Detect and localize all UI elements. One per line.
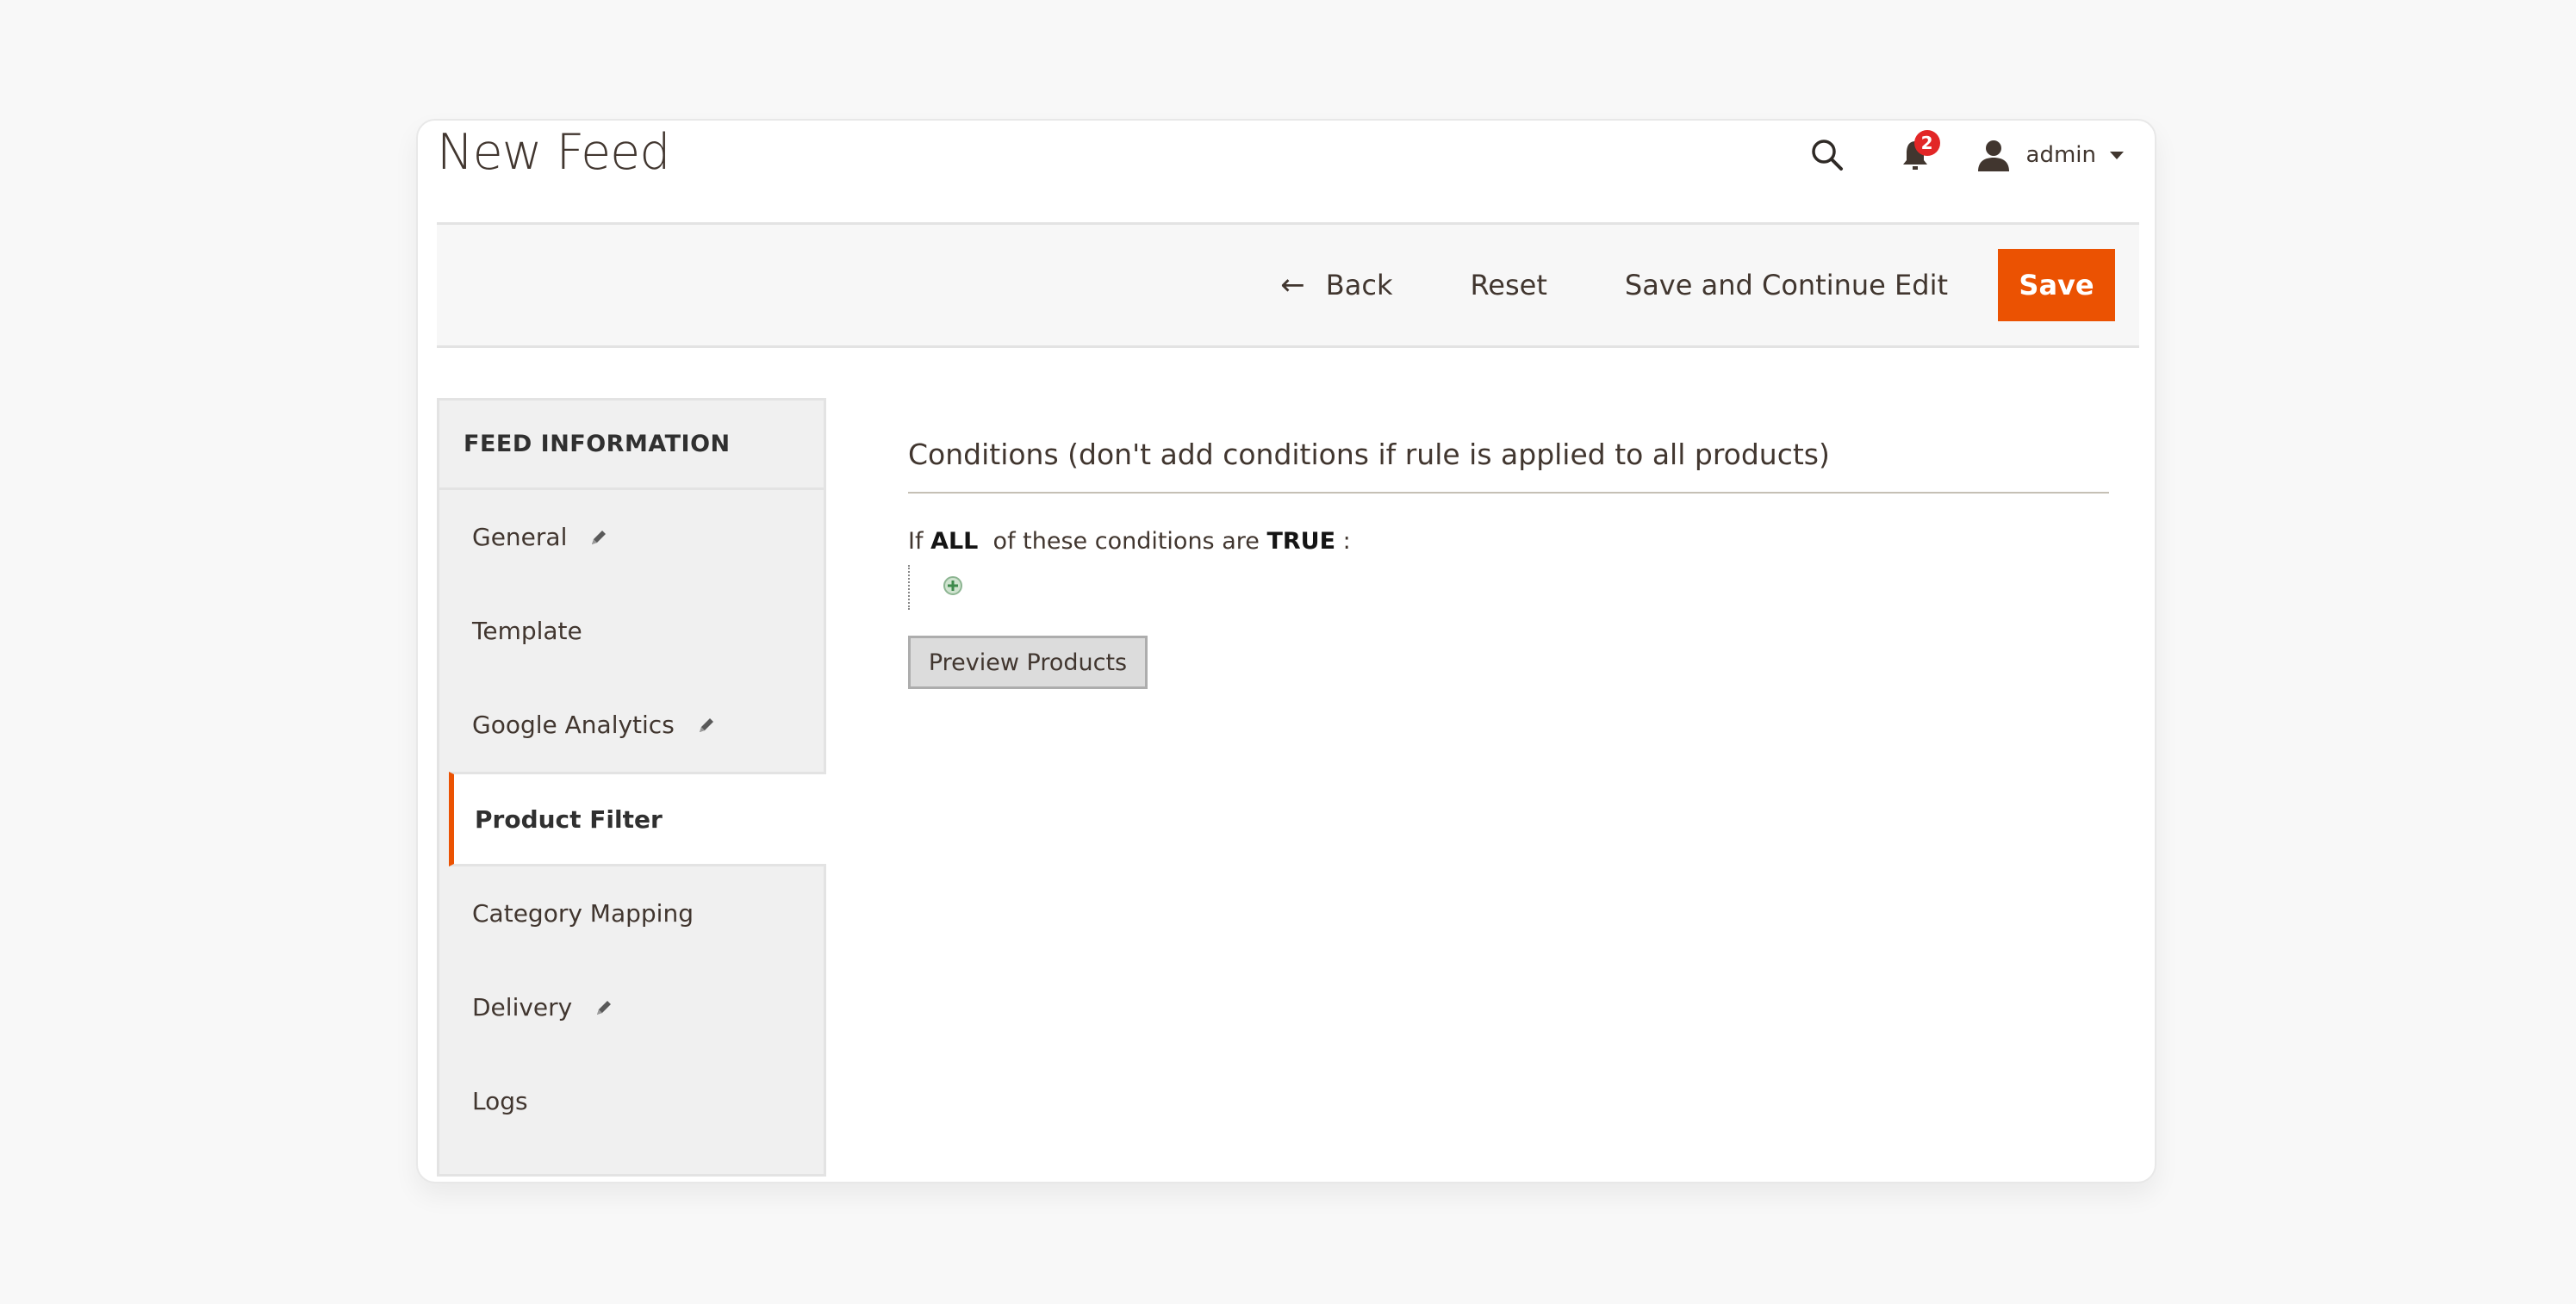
- user-name: admin: [2025, 142, 2096, 168]
- condition-tree: [908, 565, 996, 610]
- sidebar-item-label: Delivery: [472, 993, 573, 1021]
- sidebar-nav: General Template Google Analytics Product F…: [439, 490, 826, 1148]
- sidebar-item-category-mapping[interactable]: Category Mapping: [439, 866, 824, 960]
- notification-count-badge: 2: [1913, 130, 1940, 156]
- toolbar-actions: ← Back Reset Save and Continue Edit Save: [1280, 225, 2115, 345]
- notifications-button[interactable]: 2: [1894, 130, 1940, 177]
- user-menu-button[interactable]: admin: [1976, 139, 2124, 171]
- sidebar-item-label: Category Mapping: [472, 899, 694, 928]
- product-filter-panel: Conditions (don't add conditions if rule…: [908, 398, 2109, 689]
- arrow-left-icon: ←: [1280, 268, 1305, 302]
- pencil-icon: [594, 998, 613, 1017]
- sidebar-item-label: Google Analytics: [472, 711, 675, 739]
- add-condition-button[interactable]: [943, 575, 963, 600]
- page-card: New Feed 2 admin ← Back Reset Save and C…: [416, 119, 2156, 1183]
- conditions-section-title: Conditions (don't add conditions if rule…: [908, 438, 2109, 494]
- back-label: Back: [1325, 269, 1393, 301]
- sidebar-title: FEED INFORMATION: [439, 401, 824, 490]
- save-button[interactable]: Save: [1998, 249, 2115, 321]
- condition-value-select[interactable]: TRUE: [1266, 528, 1335, 555]
- sidebar-item-label: Product Filter: [475, 804, 663, 834]
- sidebar-item-logs[interactable]: Logs: [439, 1054, 824, 1148]
- feed-information-sidebar: FEED INFORMATION General Template Google A…: [437, 398, 826, 1177]
- caret-down-icon: [2110, 151, 2124, 159]
- sidebar-item-google-analytics[interactable]: Google Analytics: [439, 678, 824, 772]
- preview-products-button[interactable]: Preview Products: [908, 636, 1148, 689]
- search-button[interactable]: [1806, 134, 1849, 177]
- search-icon: [1811, 140, 1843, 171]
- user-icon: [1977, 140, 2009, 171]
- condition-suffix: :: [1342, 528, 1351, 555]
- sidebar-item-product-filter[interactable]: Product Filter: [449, 772, 826, 866]
- back-button[interactable]: ← Back: [1280, 268, 1392, 302]
- sidebar-item-label: General: [472, 523, 568, 551]
- sidebar-item-delivery[interactable]: Delivery: [439, 960, 824, 1054]
- condition-aggregator-select[interactable]: ALL: [930, 528, 978, 555]
- reset-button[interactable]: Reset: [1470, 269, 1546, 301]
- condition-prefix: If: [908, 528, 924, 555]
- sidebar-item-template[interactable]: Template: [439, 584, 824, 678]
- page-title: New Feed: [437, 124, 670, 181]
- page-actions-toolbar: ← Back Reset Save and Continue Edit Save: [437, 222, 2139, 348]
- condition-middle-text: of these conditions are: [992, 528, 1260, 555]
- save-and-continue-button[interactable]: Save and Continue Edit: [1625, 269, 1948, 301]
- pencil-icon: [697, 716, 716, 735]
- sidebar-item-label: Template: [472, 617, 582, 645]
- condition-rule-line: If ALL of these conditions are TRUE :: [908, 528, 2109, 555]
- add-circle-icon: [943, 576, 962, 595]
- header-actions: 2 admin: [1806, 129, 2124, 181]
- sidebar-item-label: Logs: [472, 1087, 528, 1115]
- pencil-icon: [589, 528, 608, 547]
- sidebar-item-general[interactable]: General: [439, 490, 824, 584]
